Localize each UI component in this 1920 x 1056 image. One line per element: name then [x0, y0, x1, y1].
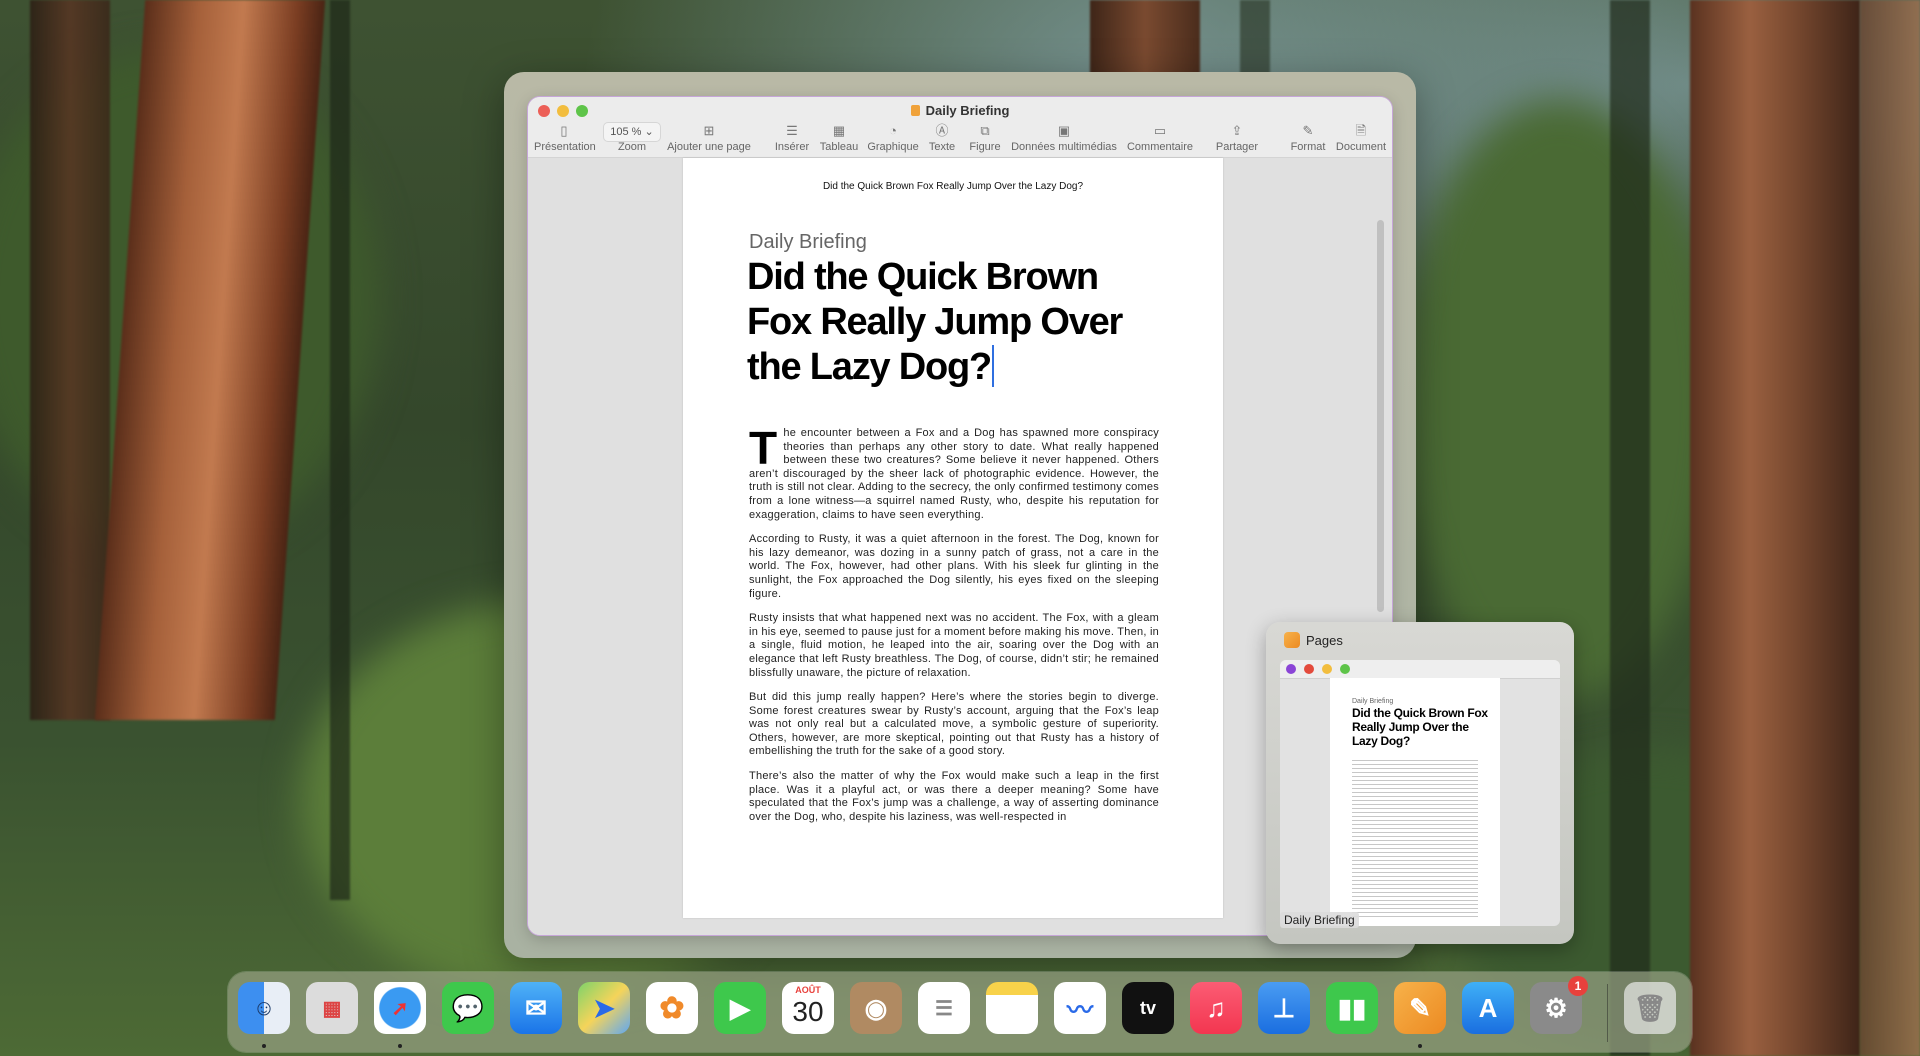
numbers-icon[interactable]: ▮▮ [1326, 982, 1378, 1034]
notes-icon[interactable] [986, 982, 1038, 1034]
tree-trunk [30, 0, 110, 720]
thumbnail-window-label: Daily Briefing [1280, 912, 1359, 928]
tree-trunk [330, 0, 350, 900]
facetime-icon[interactable]: ▶ [714, 982, 766, 1034]
toolbar-add-page[interactable]: ⊞ Ajouter une page [664, 121, 754, 153]
text-box-icon: Ⓐ [935, 123, 949, 138]
running-indicator [398, 1044, 402, 1048]
toolbar-shape[interactable]: ⧉ Figure [965, 121, 1005, 153]
app-store-icon[interactable]: A [1462, 982, 1514, 1034]
thumbnail-toolbar [1280, 660, 1560, 679]
paintbrush-icon: ✎ [1302, 123, 1314, 138]
running-indicator [262, 1044, 266, 1048]
paragraph: There’s also the matter of why the Fox w… [749, 770, 1159, 823]
document-page[interactable]: Did the Quick Brown Fox Really Jump Over… [683, 158, 1223, 918]
kicker: Daily Briefing [749, 231, 867, 253]
toolbar-table[interactable]: ▦ Tableau [817, 121, 861, 153]
drop-cap: T [749, 422, 778, 474]
messages-icon[interactable]: 💬 [442, 982, 494, 1034]
paragraph: Rusty insists that what happened next wa… [749, 612, 1159, 679]
thumb-dot [1322, 664, 1332, 674]
pages-icon[interactable]: ✎ [1394, 982, 1446, 1034]
thumb-dot [1286, 664, 1296, 674]
add-page-icon: ⊞ [703, 123, 715, 138]
chart-icon: ◔ [889, 123, 897, 138]
photos-icon[interactable]: ✿ [646, 982, 698, 1034]
text-cursor [992, 345, 995, 387]
maps-icon[interactable]: ➤ [578, 982, 630, 1034]
contacts-icon[interactable]: ◉ [850, 982, 902, 1034]
thumbnail-page: Daily Briefing Did the Quick Brown Fox R… [1330, 678, 1500, 926]
pages-document-icon [910, 105, 920, 116]
thumb-dot [1340, 664, 1350, 674]
settings-icon[interactable]: ⚙ 1 [1530, 976, 1588, 1034]
tree-trunk [1610, 0, 1650, 1056]
foliage [1400, 100, 1720, 700]
toolbar-media[interactable]: ▣ Données multimédias [1010, 121, 1118, 153]
reminders-icon[interactable]: ☰ [918, 982, 970, 1034]
toolbar-text[interactable]: Ⓐ Texte [925, 121, 959, 153]
article-body[interactable]: The encounter between a Fox and a Dog ha… [749, 422, 1159, 835]
toolbar-document[interactable]: 🗎 Document [1334, 121, 1388, 153]
document-canvas: Did the Quick Brown Fox Really Jump Over… [528, 158, 1392, 935]
calendar-icon[interactable]: AOÛT 30 [782, 982, 834, 1034]
toolbar-insert[interactable]: ☰ Insérer [772, 121, 812, 153]
toolbar-format[interactable]: ✎ Format [1288, 121, 1328, 153]
safari-icon[interactable]: ➚ [374, 982, 426, 1034]
zoom-popup[interactable]: 105 % ⌄ [603, 122, 661, 142]
share-icon: ⇪ [1231, 123, 1243, 138]
thumb-dot [1304, 664, 1314, 674]
running-header: Did the Quick Brown Fox Really Jump Over… [822, 181, 1084, 192]
thumbnail-app-name: Pages [1284, 632, 1343, 648]
pages-icon [1284, 632, 1300, 648]
vertical-scrollbar[interactable] [1377, 220, 1384, 612]
mail-icon[interactable]: ✉ [510, 982, 562, 1034]
paragraph: According to Rusty, it was a quiet after… [749, 533, 1159, 600]
document-icon: 🗎 [1355, 123, 1367, 138]
toolbar-share[interactable]: ⇪ Partager [1210, 121, 1264, 153]
keynote-icon[interactable]: ⊥ [1258, 982, 1310, 1034]
thumbnail-body-text [1352, 760, 1478, 920]
dock: ☺ ▦ ➚ 💬 ✉ ➤ ✿ ▶ AOÛT 30 ◉ ☰ 〰 tv ♫ ⊥ ▮▮ … [228, 972, 1692, 1052]
shape-icon: ⧉ [980, 123, 990, 138]
notification-badge: 1 [1568, 976, 1588, 996]
toolbar-presentation[interactable]: ▯ Présentation [534, 121, 596, 153]
dock-separator [1607, 984, 1608, 1042]
comment-icon: ▭ [1153, 123, 1167, 138]
window-title: Daily Briefing [528, 103, 1392, 118]
music-icon[interactable]: ♫ [1190, 982, 1242, 1034]
trash-icon[interactable]: 🗑 [1624, 982, 1676, 1034]
toolbar-chart[interactable]: ◔ Graphique [865, 121, 921, 153]
insert-icon: ☰ [786, 123, 798, 138]
launchpad-icon[interactable]: ▦ [306, 982, 358, 1034]
finder-icon[interactable]: ☺ [238, 982, 290, 1034]
stage-manager-thumbnail[interactable]: Pages Daily Briefing Did the Quick Brown… [1266, 622, 1574, 944]
table-icon: ▦ [832, 123, 846, 138]
pages-window: Daily Briefing ▯ Présentation 105 % ⌄ Zo… [528, 97, 1392, 935]
tree-trunk [1860, 0, 1920, 1056]
tree-trunk [1690, 0, 1860, 1056]
media-icon: ▣ [1057, 123, 1071, 138]
toolbar-zoom[interactable]: 105 % ⌄ Zoom [602, 121, 662, 153]
running-indicator [1418, 1044, 1422, 1048]
toolbar-comment[interactable]: ▭ Commentaire [1122, 121, 1198, 153]
sidebar-icon: ▯ [560, 123, 568, 138]
paragraph: But did this jump really happen? Here’s … [749, 691, 1159, 758]
headline[interactable]: Did the Quick Brown Fox Really Jump Over… [747, 255, 1167, 390]
toolbar: Daily Briefing ▯ Présentation 105 % ⌄ Zo… [528, 97, 1392, 158]
paragraph: The encounter between a Fox and a Dog ha… [749, 422, 1159, 521]
thumbnail-window: Daily Briefing Did the Quick Brown Fox R… [1280, 660, 1560, 926]
freeform-icon[interactable]: 〰 [1054, 982, 1106, 1034]
tv-icon[interactable]: tv [1122, 982, 1174, 1034]
